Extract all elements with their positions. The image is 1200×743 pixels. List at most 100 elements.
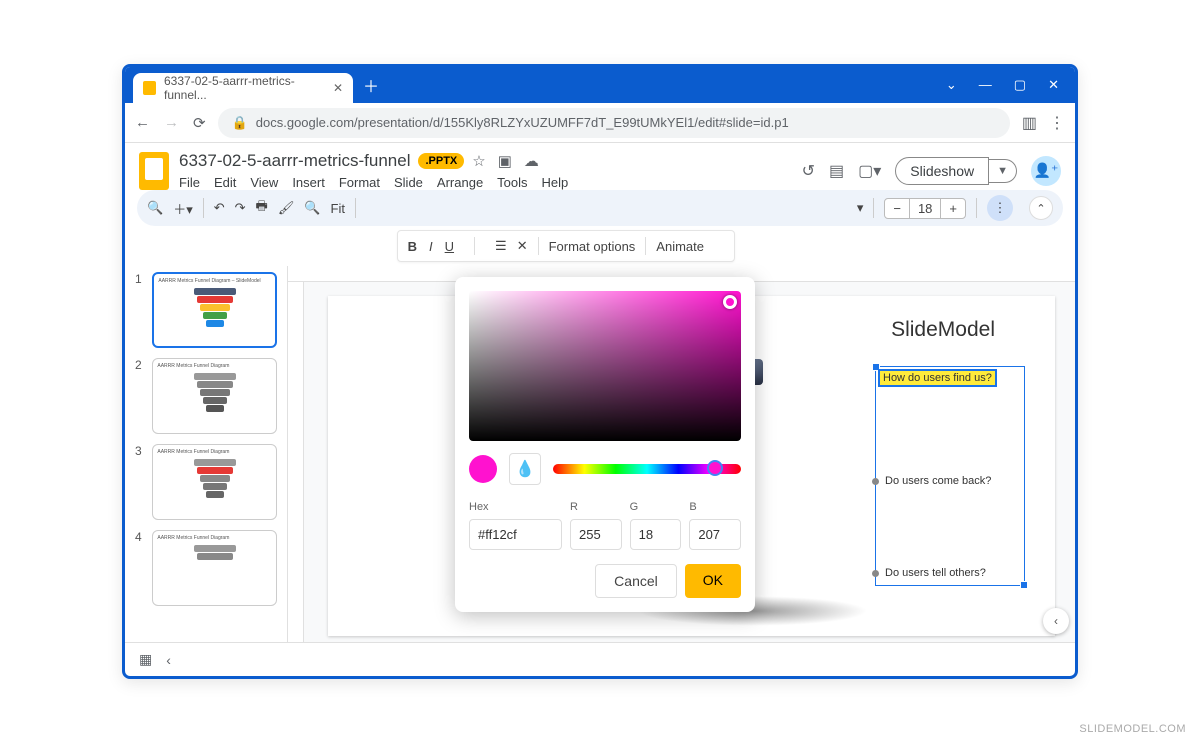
meet-icon[interactable]: ▢▾ [858,161,881,181]
font-size-value[interactable]: 18 [909,199,941,218]
menu-file[interactable]: File [179,175,200,190]
new-slide-icon[interactable]: ＋▾ [173,199,193,218]
reload-icon[interactable]: ⟳ [193,114,206,132]
prev-slide-icon[interactable]: ‹ [166,652,171,668]
menu-bar: File Edit View Insert Format Slide Arran… [179,171,568,190]
format-options-button[interactable]: Format options [549,239,636,254]
menu-slide[interactable]: Slide [394,175,423,190]
back-icon[interactable]: ← [135,114,150,132]
share-button[interactable]: 👤⁺ [1031,156,1061,186]
eyedropper-button[interactable]: 💧 [509,453,541,485]
undo-icon[interactable]: ↶ [214,200,225,216]
label-acquisition[interactable]: How do users find us? [880,371,995,385]
font-size-decrease[interactable]: − [885,199,909,218]
chevron-down-icon[interactable]: ⌄ [946,77,957,93]
ruler-vertical [288,282,304,642]
grid-view-icon[interactable]: ▦ [139,651,152,668]
font-size-stepper: − 18 + [884,198,966,219]
menu-help[interactable]: Help [542,175,569,190]
close-tab-icon[interactable]: ✕ [333,81,343,95]
maximize-icon[interactable]: ▢ [1014,77,1026,93]
more-tools-icon[interactable]: ⋮ [987,195,1013,221]
animate-button[interactable]: Animate [656,239,704,254]
comments-icon[interactable]: ▤ [829,161,844,181]
slideshow-button[interactable]: Slideshow [895,157,989,185]
print-icon[interactable]: 🖶 [256,197,268,219]
minimize-icon[interactable]: ― [979,77,992,93]
slide-title-fragment: SlideModel [891,318,995,342]
indent-icon[interactable]: ☰ [495,238,507,254]
document-title[interactable]: 6337-02-5-aarrr-metrics-funnel [179,151,410,171]
cancel-button[interactable]: Cancel [595,564,677,598]
label-retention[interactable]: Do users come back? [872,475,991,487]
font-size-increase[interactable]: + [941,199,965,218]
saturation-field[interactable] [469,291,741,441]
zoom-level[interactable]: Fit [331,201,345,216]
thumbnail-3[interactable]: 3 AARRR Metrics Funnel Diagram [135,444,277,520]
g-input[interactable]: 18 [630,519,682,550]
url-field[interactable]: 🔒 docs.google.com/presentation/d/155Kly8… [218,108,1010,138]
r-input[interactable]: 255 [570,519,622,550]
slides-logo-icon[interactable] [139,152,169,190]
lock-icon: 🔒 [232,115,248,131]
selection-box[interactable]: How do users find us? Do users come back… [875,366,1025,586]
label-referral[interactable]: Do users tell others? [872,567,986,579]
collapse-toolbar-icon[interactable]: ⌃ [1029,196,1053,220]
italic-icon[interactable]: I [429,239,433,254]
menu-arrange[interactable]: Arrange [437,175,483,190]
saturation-handle[interactable] [723,295,737,309]
slides-favicon-icon [143,81,156,95]
r-label: R [570,501,578,513]
search-icon[interactable]: 🔍 [147,200,163,216]
hex-label: Hex [469,501,489,513]
clear-format-icon[interactable]: ✕ [517,238,528,254]
url-text: docs.google.com/presentation/d/155Kly8RL… [256,115,789,130]
browser-menu-icon[interactable]: ⋮ [1049,113,1065,133]
pptx-badge: .PPTX [418,153,464,169]
app-header: 6337-02-5-aarrr-metrics-funnel .PPTX ☆ ▣… [125,143,1075,190]
thumbnail-4[interactable]: 4 AARRR Metrics Funnel Diagram [135,530,277,606]
font-dropdown[interactable]: ▾ [857,200,864,216]
slideshow-group: Slideshow ▼ [895,157,1017,185]
new-tab-button[interactable]: ＋ [363,73,379,97]
b-input[interactable]: 207 [689,519,741,550]
hex-input[interactable]: #ff12cf [469,519,562,550]
tab-title: 6337-02-5-aarrr-metrics-funnel... [164,74,325,102]
address-bar: ← → ⟳ 🔒 docs.google.com/presentation/d/1… [125,103,1075,143]
menu-view[interactable]: View [250,175,278,190]
move-icon[interactable]: ▣ [498,152,512,170]
hue-slider[interactable] [553,464,741,474]
thumbnail-1[interactable]: 1 AARRR Metrics Funnel Diagram – SlideMo… [135,272,277,348]
thumbnail-2[interactable]: 2 AARRR Metrics Funnel Diagram [135,358,277,434]
g-label: G [630,501,639,513]
titlebar: 6337-02-5-aarrr-metrics-funnel... ✕ ＋ ⌄ … [125,67,1075,103]
redo-icon[interactable]: ↷ [235,200,246,216]
hue-handle[interactable] [707,460,723,476]
slideshow-dropdown[interactable]: ▼ [989,159,1017,183]
browser-tab[interactable]: 6337-02-5-aarrr-metrics-funnel... ✕ [133,73,353,103]
menu-edit[interactable]: Edit [214,175,236,190]
secondary-toolbar: B I U ☰ ✕ Format options Animate [397,230,735,262]
zoom-icon[interactable]: 🔍 [304,200,320,216]
toolbar: 🔍 ＋▾ ↶ ↷ 🖶 🖌 🔍 Fit ▾ − 18 + ⋮ ⌃ [137,190,1063,226]
window-controls: ⌄ ― ▢ ✕ [946,77,1075,93]
footer: ▦ ‹ [125,642,1075,676]
close-window-icon[interactable]: ✕ [1048,77,1059,93]
panel-icon[interactable]: ▥ [1022,113,1037,133]
star-icon[interactable]: ☆ [472,152,485,170]
underline-icon[interactable]: U [445,239,454,254]
history-icon[interactable]: ↺ [802,161,815,181]
paint-format-icon[interactable]: 🖌 [278,200,295,216]
forward-icon[interactable]: → [164,114,179,132]
watermark: SLIDEMODEL.COM [1079,723,1186,735]
menu-format[interactable]: Format [339,175,380,190]
bold-icon[interactable]: B [408,239,417,254]
slide-panel: 1 AARRR Metrics Funnel Diagram – SlideMo… [125,266,287,642]
explore-fab[interactable]: ‹ [1043,608,1069,634]
cloud-icon[interactable]: ☁ [524,152,539,170]
color-swatch [469,455,497,483]
ok-button[interactable]: OK [685,564,741,598]
menu-tools[interactable]: Tools [497,175,527,190]
b-label: B [689,501,696,513]
menu-insert[interactable]: Insert [292,175,325,190]
